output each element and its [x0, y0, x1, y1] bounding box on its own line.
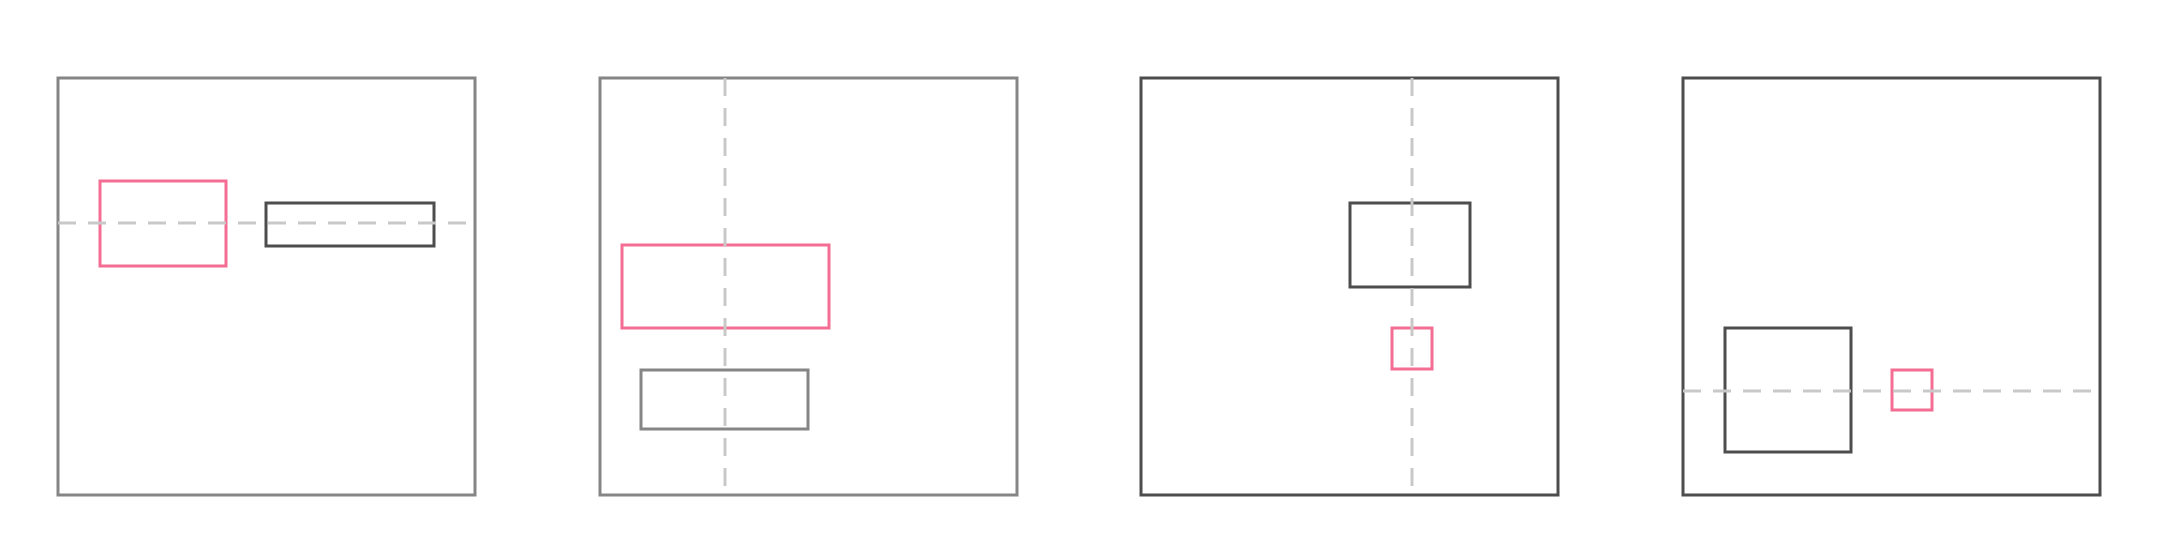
- background: [0, 0, 2158, 541]
- diagram-canvas: [0, 0, 2158, 541]
